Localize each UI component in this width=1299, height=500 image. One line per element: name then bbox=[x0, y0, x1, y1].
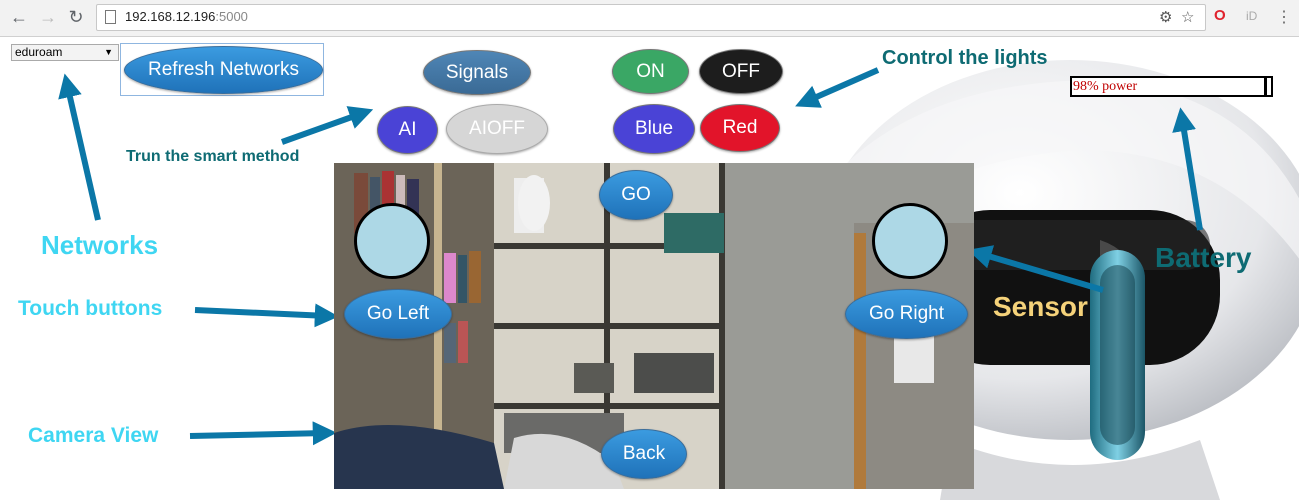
battery-label: Battery bbox=[1155, 242, 1252, 273]
url-text: 192.168.12.196:5000 bbox=[125, 9, 248, 24]
touch-buttons-arrow bbox=[194, 303, 339, 328]
signals-button[interactable]: Signals bbox=[423, 50, 531, 95]
control-lights-label: Control the lights bbox=[882, 47, 1048, 69]
browser-toolbar: ← → ↻ 192.168.12.196:5000 ⚙ ☆ O iD ⋮ bbox=[0, 0, 1299, 37]
camera-view: GO Go Left Go Right Back bbox=[334, 163, 974, 489]
chevron-down-icon: ▼ bbox=[104, 47, 113, 57]
network-select[interactable]: eduroam ▼ bbox=[11, 44, 119, 61]
networks-arrow bbox=[58, 73, 101, 221]
red-light-button[interactable]: Red bbox=[700, 104, 780, 152]
smart-method-label: Trun the smart method bbox=[126, 148, 300, 165]
sensor-label: Sensor bbox=[993, 291, 1088, 322]
ai-button[interactable]: AI bbox=[377, 106, 438, 154]
battery-text: 98% power bbox=[1073, 79, 1138, 94]
right-sensor-indicator bbox=[872, 203, 948, 279]
go-forward-button[interactable]: GO bbox=[599, 170, 673, 220]
menu-dots-icon[interactable]: ⋮ bbox=[1276, 7, 1292, 27]
lights-on-button[interactable]: ON bbox=[612, 49, 689, 94]
smart-method-arrow bbox=[280, 106, 374, 145]
forward-arrow-icon[interactable]: → bbox=[38, 7, 58, 27]
go-right-button[interactable]: Go Right bbox=[845, 289, 968, 339]
go-left-button[interactable]: Go Left bbox=[344, 289, 452, 339]
opera-extension-icon[interactable]: O bbox=[1214, 7, 1226, 24]
battery-meter: 98% power bbox=[1070, 76, 1273, 97]
camera-view-label: Camera View bbox=[28, 424, 159, 447]
refresh-networks-button[interactable]: Refresh Networks bbox=[124, 46, 323, 94]
aioff-button[interactable]: AIOFF bbox=[446, 104, 548, 154]
blue-light-button[interactable]: Blue bbox=[613, 104, 695, 154]
touch-buttons-label: Touch buttons bbox=[18, 297, 163, 320]
lights-off-button[interactable]: OFF bbox=[699, 49, 783, 94]
bookmark-star-icon[interactable]: ☆ bbox=[1181, 8, 1194, 26]
reload-icon[interactable]: ↻ bbox=[66, 7, 86, 27]
id-extension-icon[interactable]: iD bbox=[1246, 9, 1257, 23]
camera-view-arrow bbox=[189, 421, 337, 446]
address-bar[interactable]: 192.168.12.196:5000 ⚙ ☆ bbox=[96, 4, 1206, 31]
networks-label: Networks bbox=[41, 230, 159, 260]
left-sensor-indicator bbox=[354, 203, 430, 279]
site-settings-icon[interactable]: ⚙ bbox=[1159, 8, 1172, 26]
back-arrow-icon[interactable]: ← bbox=[9, 7, 29, 27]
page-icon bbox=[105, 10, 116, 24]
back-button[interactable]: Back bbox=[601, 429, 687, 479]
